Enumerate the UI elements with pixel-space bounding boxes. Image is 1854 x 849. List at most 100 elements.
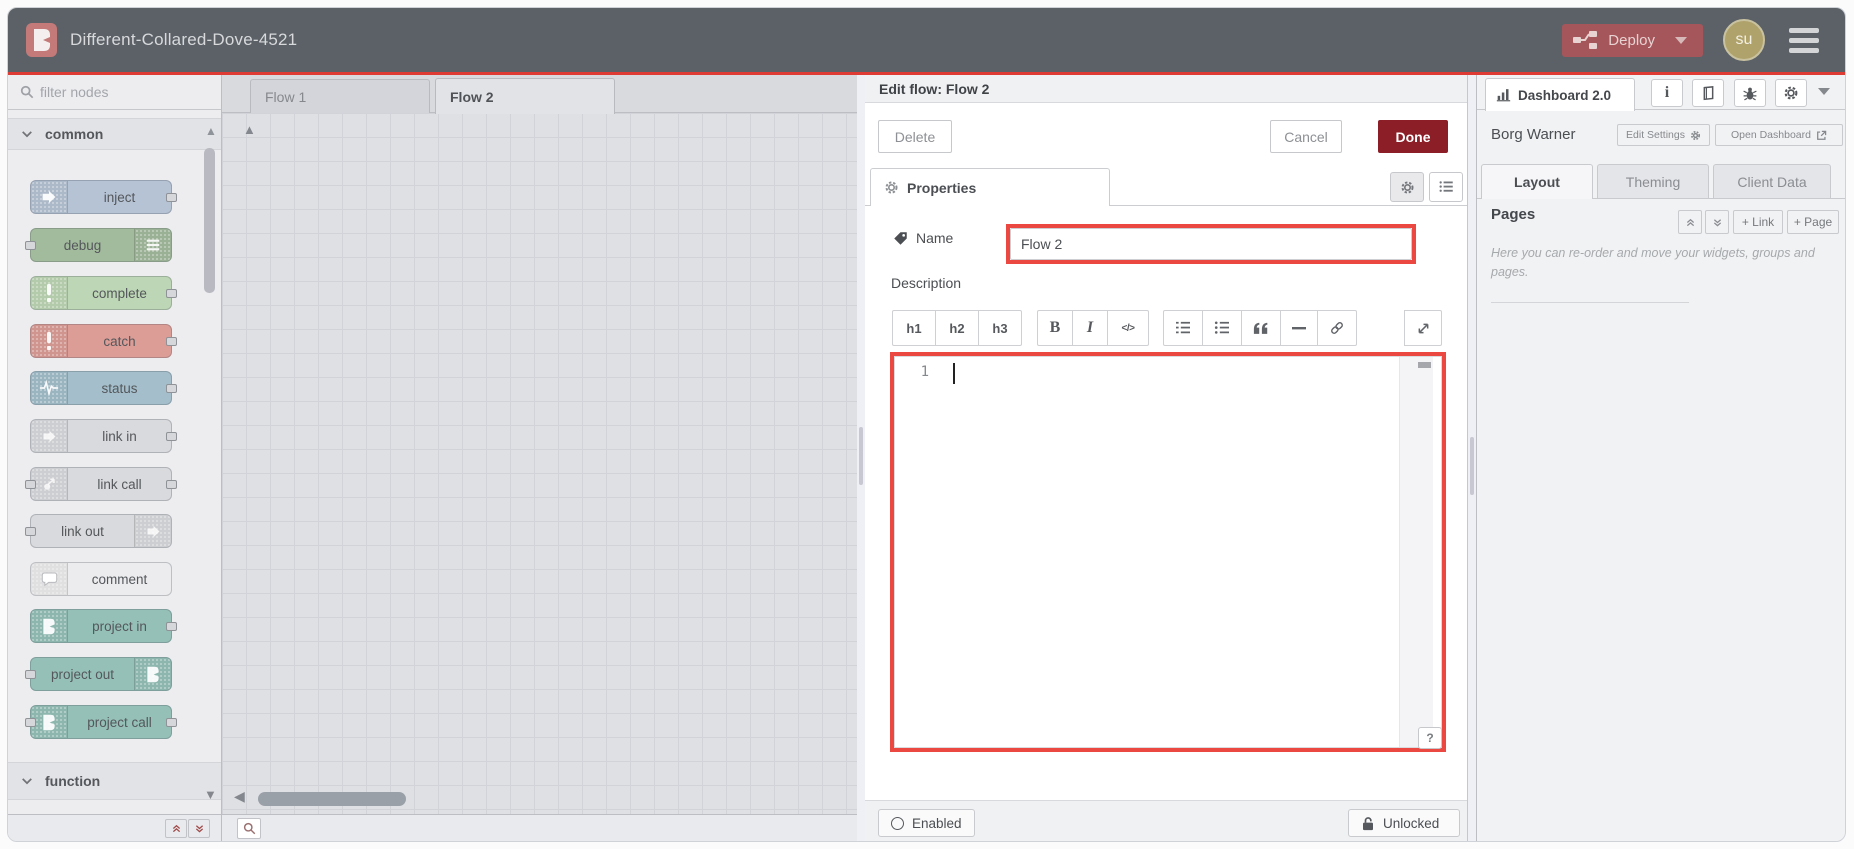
user-avatar[interactable]: su	[1723, 19, 1765, 61]
palette-node-project-call[interactable]: project call	[25, 705, 177, 739]
md-bold-button[interactable]: B	[1037, 310, 1073, 346]
md-unordered-list-button[interactable]	[1202, 310, 1242, 346]
md-ordered-list-button[interactable]	[1163, 310, 1203, 346]
done-button[interactable]: Done	[1378, 120, 1448, 153]
move-up-button[interactable]	[1678, 210, 1702, 234]
editor-scrollbar-thumb[interactable]	[1418, 362, 1431, 368]
palette-scroll-up-arrow[interactable]: ▲	[205, 125, 217, 137]
md-code-button[interactable]: </>	[1107, 310, 1149, 346]
expand-icon	[1418, 323, 1428, 333]
config-nodes-tab-button[interactable]	[1775, 79, 1807, 107]
palette-node-link-call[interactable]: link call	[25, 467, 177, 501]
node-red-icon	[31, 706, 68, 738]
help-docs-tab-button[interactable]	[1692, 79, 1724, 107]
exclamation-icon	[31, 277, 68, 309]
flow-canvas-grid[interactable]	[222, 113, 857, 814]
right-sidebar: Dashboard 2.0 i Borg Warner Edit Setting…	[1476, 75, 1845, 841]
debug-tab-button[interactable]	[1734, 79, 1766, 107]
status-circle-icon	[891, 816, 904, 830]
tab-theming[interactable]: Theming	[1597, 164, 1709, 198]
edit-tray: Edit flow: Flow 2 Delete Cancel Done Pro…	[865, 75, 1468, 841]
add-link-button[interactable]: + Link	[1733, 210, 1783, 234]
editor-help-button[interactable]: ?	[1418, 727, 1442, 749]
palette-search[interactable]	[8, 75, 221, 110]
tag-icon	[894, 231, 907, 245]
palette-category-function[interactable]: function	[8, 762, 221, 800]
delete-button[interactable]: Delete	[878, 120, 952, 153]
expand-categories-button[interactable]	[188, 819, 210, 838]
palette-node-project-out[interactable]: project out	[25, 657, 172, 691]
move-down-button[interactable]	[1705, 210, 1729, 234]
link-call-icon	[31, 468, 68, 500]
link-node-icon	[134, 515, 171, 547]
gear-icon	[885, 181, 898, 194]
md-h2-button[interactable]: h2	[935, 310, 979, 346]
sidebar-tab-bar: Dashboard 2.0 i	[1477, 75, 1845, 111]
md-hr-button[interactable]	[1280, 310, 1318, 346]
md-expand-button[interactable]	[1404, 310, 1442, 346]
tray-sidebar-splitter[interactable]	[1468, 75, 1476, 841]
palette-node-status[interactable]: status	[30, 371, 177, 405]
palette-node-debug[interactable]: debug	[25, 228, 172, 262]
canvas-scroll-left-arrow[interactable]: ◀	[234, 789, 245, 803]
md-blockquote-button[interactable]	[1241, 310, 1281, 346]
editor-caret	[953, 363, 955, 384]
main-menu-button[interactable]	[1785, 24, 1823, 57]
deploy-button[interactable]: Deploy	[1562, 23, 1703, 57]
palette-scroll-down-arrow[interactable]: ▼	[204, 788, 217, 801]
palette-node-link-in[interactable]: link in	[30, 419, 177, 453]
md-h3-button[interactable]: h3	[978, 310, 1022, 346]
filter-nodes-input[interactable]	[40, 84, 180, 100]
palette-node-catch[interactable]: catch	[30, 324, 177, 358]
palette-node-project-in[interactable]: project in	[30, 609, 177, 643]
pages-help-text: Here you can re-order and move your widg…	[1491, 246, 1815, 280]
collapse-categories-button[interactable]	[165, 819, 187, 838]
edit-config-button[interactable]	[1390, 172, 1424, 202]
open-dashboard-button[interactable]: Open Dashboard	[1715, 124, 1843, 146]
palette-node-link-out[interactable]: link out	[25, 514, 172, 548]
bug-icon	[1743, 87, 1757, 100]
tab-client-data[interactable]: Client Data	[1713, 164, 1831, 198]
unlock-icon	[1363, 816, 1373, 830]
edit-settings-button[interactable]: Edit Settings	[1617, 124, 1710, 146]
md-heading-group: h1 h2 h3	[892, 310, 1022, 346]
tab-properties[interactable]: Properties	[870, 168, 1110, 206]
zoom-button[interactable]	[237, 818, 261, 839]
double-chevron-down-icon	[195, 825, 203, 833]
deploy-dropdown-caret[interactable]	[1675, 36, 1687, 44]
unordered-list-icon	[1214, 321, 1229, 334]
palette-category-common[interactable]: common	[8, 118, 221, 150]
exclamation-icon	[31, 325, 68, 357]
canvas-scroll-up-arrow[interactable]: ▲	[243, 123, 256, 136]
flow-lock-toggle[interactable]: Unlocked	[1348, 809, 1460, 837]
double-chevron-up-icon	[1686, 218, 1694, 226]
editor-scroll-track[interactable]	[1399, 357, 1433, 747]
tab-dashboard-2[interactable]: Dashboard 2.0	[1485, 78, 1635, 111]
annotation-box-description-editor: 1	[890, 352, 1446, 752]
tab-flow-2[interactable]: Flow 2	[435, 78, 615, 114]
tab-flow-1[interactable]: Flow 1	[250, 79, 430, 113]
palette-node-inject[interactable]: inject	[30, 180, 177, 214]
tab-layout[interactable]: Layout	[1481, 164, 1593, 199]
info-tab-button[interactable]: i	[1651, 79, 1683, 107]
md-italic-button[interactable]: I	[1072, 310, 1108, 346]
gear-icon	[1690, 130, 1700, 140]
palette-scrollbar-thumb[interactable]	[204, 148, 215, 293]
add-page-button[interactable]: + Page	[1787, 210, 1839, 234]
cancel-button[interactable]: Cancel	[1270, 120, 1342, 153]
double-chevron-down-icon	[1713, 218, 1721, 226]
palette-node-complete[interactable]: complete	[30, 276, 177, 310]
md-link-button[interactable]	[1317, 310, 1357, 346]
flow-enabled-toggle[interactable]: Enabled	[878, 809, 975, 837]
description-editor[interactable]: 1	[894, 356, 1442, 748]
magnifier-icon	[243, 822, 255, 835]
annotation-box-name-field	[1006, 224, 1416, 264]
canvas-h-scrollbar-thumb[interactable]	[258, 792, 406, 806]
md-expand-group	[1404, 310, 1442, 346]
md-h1-button[interactable]: h1	[892, 310, 936, 346]
description-list-button[interactable]	[1429, 172, 1463, 202]
flow-name-input[interactable]	[1010, 228, 1412, 260]
canvas-tray-splitter[interactable]	[857, 75, 865, 841]
sidebar-tabs-dropdown-caret[interactable]	[1818, 88, 1830, 95]
palette-node-comment[interactable]: comment	[30, 562, 172, 596]
